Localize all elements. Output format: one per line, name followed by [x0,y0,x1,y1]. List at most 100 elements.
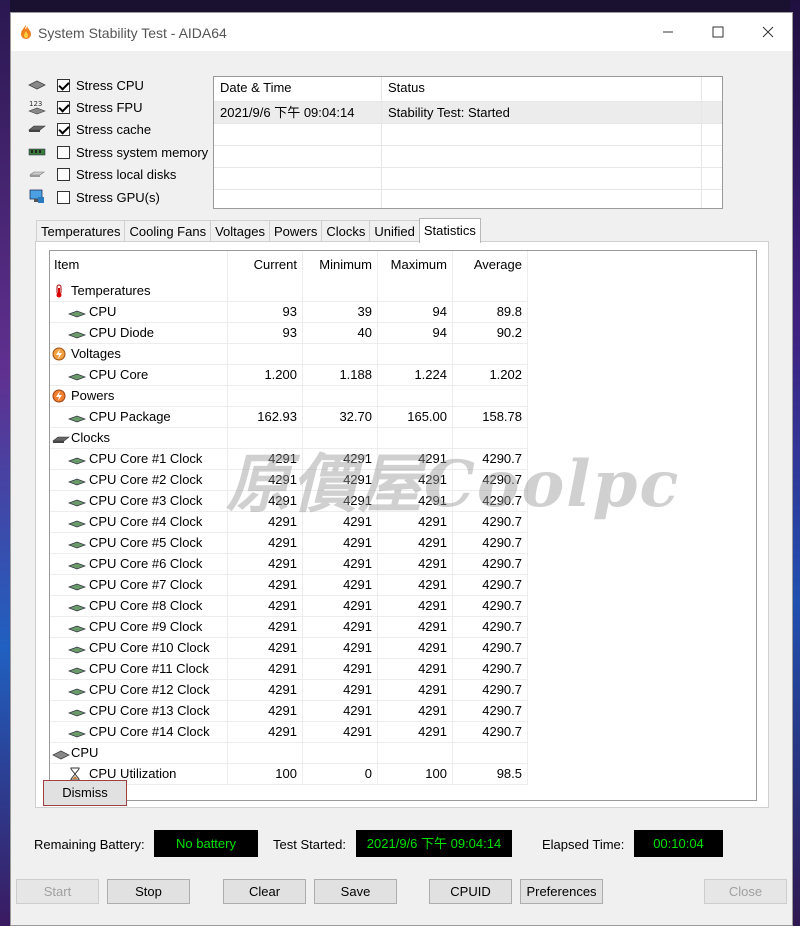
table-row[interactable]: CPU 93 39 94 89.8 [50,302,528,323]
stress-disks-option[interactable]: Stress local disks [27,164,176,184]
table-row[interactable]: CPU Core #9 Clock 4291 4291 4291 4290.7 [50,617,528,638]
stress-disks-checkbox[interactable] [57,167,70,181]
title-bar[interactable]: System Stability Test - AIDA64 [11,13,792,51]
group-row[interactable]: Voltages [50,344,528,365]
dismiss-button[interactable]: Dismiss [43,780,127,806]
minimum-cell [303,428,378,449]
log-row[interactable]: 2021/9/6 下午 09:04:14 Stability Test: Sta… [214,102,722,124]
table-row[interactable]: CPU Core #13 Clock 4291 4291 4291 4290.7 [50,701,528,722]
average-cell [453,281,528,302]
table-row[interactable]: CPU Core 1.200 1.188 1.224 1.202 [50,365,528,386]
item-label: CPU Core #8 Clock [89,598,203,613]
minimum-cell [303,344,378,365]
tab-statistics[interactable]: Statistics [418,218,481,243]
group-row[interactable]: Clocks [50,428,528,449]
thermometer-icon [52,284,68,298]
stress-fpu-option[interactable]: 123 Stress FPU [27,97,142,117]
item-label: CPU Core #5 Clock [89,535,203,550]
log-header: Date & Time Status [214,77,722,102]
item-cell: CPU Package [50,407,228,428]
status-log-list[interactable]: Date & Time Status 2021/9/6 下午 09:04:14 … [213,76,723,209]
table-row[interactable]: CPU Core #6 Clock 4291 4291 4291 4290.7 [50,554,528,575]
log-status: Stability Test: Started [382,102,702,123]
tab-clocks[interactable]: Clocks [321,220,371,242]
item-label: CPU Core #2 Clock [89,472,203,487]
stop-button[interactable]: Stop [107,879,190,904]
minimum-cell: 39 [303,302,378,323]
stress-cache-option[interactable]: Stress cache [27,119,151,139]
cpuid-button[interactable]: CPUID [429,879,512,904]
header-average[interactable]: Average [453,251,528,281]
table-row[interactable]: CPU Core #5 Clock 4291 4291 4291 4290.7 [50,533,528,554]
table-row[interactable]: CPU Package 162.93 32.70 165.00 158.78 [50,407,528,428]
maximize-button[interactable] [693,13,743,51]
item-cell: CPU Core #10 Clock [50,638,228,659]
table-row[interactable]: CPU Core #11 Clock 4291 4291 4291 4290.7 [50,659,528,680]
aida64-window: System Stability Test - AIDA64 Stress CP… [10,12,793,926]
item-label: CPU Core [89,367,149,382]
stress-cpu-checkbox[interactable] [57,78,70,92]
item-cell: CPU Core #4 Clock [50,512,228,533]
save-button[interactable]: Save [314,879,397,904]
tab-voltages[interactable]: Voltages [210,220,270,242]
stress-gpu-checkbox[interactable] [57,190,70,204]
stress-fpu-checkbox[interactable] [57,100,70,114]
average-cell: 1.202 [453,365,528,386]
log-header-status[interactable]: Status [382,77,702,101]
table-row[interactable]: CPU Core #1 Clock 4291 4291 4291 4290.7 [50,449,528,470]
table-row[interactable]: CPU Core #10 Clock 4291 4291 4291 4290.7 [50,638,528,659]
item-cell: CPU Core #12 Clock [50,680,228,701]
header-current[interactable]: Current [228,251,303,281]
average-cell: 4290.7 [453,512,528,533]
table-row[interactable]: CPU Diode 93 40 94 90.2 [50,323,528,344]
item-cell: CPU [50,743,228,764]
close-button[interactable]: Close [704,879,787,904]
item-cell: CPU Core #14 Clock [50,722,228,743]
table-row[interactable]: CPU Core #3 Clock 4291 4291 4291 4290.7 [50,491,528,512]
log-datetime: 2021/9/6 下午 09:04:14 [214,102,382,123]
table-row[interactable]: CPU Core #14 Clock 4291 4291 4291 4290.7 [50,722,528,743]
current-cell: 4291 [228,491,303,512]
start-button[interactable]: Start [16,879,99,904]
stress-cpu-option[interactable]: Stress CPU [27,75,144,95]
stress-memory-option[interactable]: Stress system memory [27,142,208,162]
sensor-icon [68,683,86,697]
item-label: CPU Core #14 Clock [89,724,210,739]
header-maximum[interactable]: Maximum [378,251,453,281]
table-row[interactable]: CPU Core #2 Clock 4291 4291 4291 4290.7 [50,470,528,491]
tab-powers[interactable]: Powers [268,220,323,242]
table-row[interactable]: CPU Core #8 Clock 4291 4291 4291 4290.7 [50,596,528,617]
table-row[interactable]: CPU Core #7 Clock 4291 4291 4291 4290.7 [50,575,528,596]
table-row[interactable]: CPU Core #4 Clock 4291 4291 4291 4290.7 [50,512,528,533]
close-window-button[interactable] [743,13,793,51]
tab-unified[interactable]: Unified [369,220,420,242]
current-cell: 4291 [228,470,303,491]
header-minimum[interactable]: Minimum [303,251,378,281]
tab-cooling-fans[interactable]: Cooling Fans [124,220,212,242]
item-cell: Temperatures [50,281,228,302]
minimum-cell: 4291 [303,596,378,617]
log-header-datetime[interactable]: Date & Time [214,77,382,101]
item-label: CPU Core #4 Clock [89,514,203,529]
minimize-button[interactable] [643,13,693,51]
current-cell: 100 [228,764,303,785]
group-row[interactable]: Temperatures [50,281,528,302]
stress-gpu-option[interactable]: Stress GPU(s) [27,187,160,207]
group-row[interactable]: Powers [50,386,528,407]
average-cell: 4290.7 [453,722,528,743]
header-item[interactable]: Item [50,251,228,281]
log-empty-row [214,190,722,208]
preferences-button[interactable]: Preferences [520,879,603,904]
tab-temperatures[interactable]: Temperatures [36,220,126,242]
group-row[interactable]: CPU [50,743,528,764]
statistics-table[interactable]: Item Current Minimum Maximum Average Tem… [49,250,757,801]
maximum-cell [378,344,453,365]
table-row[interactable]: CPU Core #12 Clock 4291 4291 4291 4290.7 [50,680,528,701]
average-cell: 4290.7 [453,617,528,638]
stress-cache-checkbox[interactable] [57,122,70,136]
current-cell: 4291 [228,575,303,596]
stress-memory-checkbox[interactable] [57,145,70,159]
maximum-cell: 94 [378,323,453,344]
clear-button[interactable]: Clear [223,879,306,904]
item-cell: CPU Diode [50,323,228,344]
